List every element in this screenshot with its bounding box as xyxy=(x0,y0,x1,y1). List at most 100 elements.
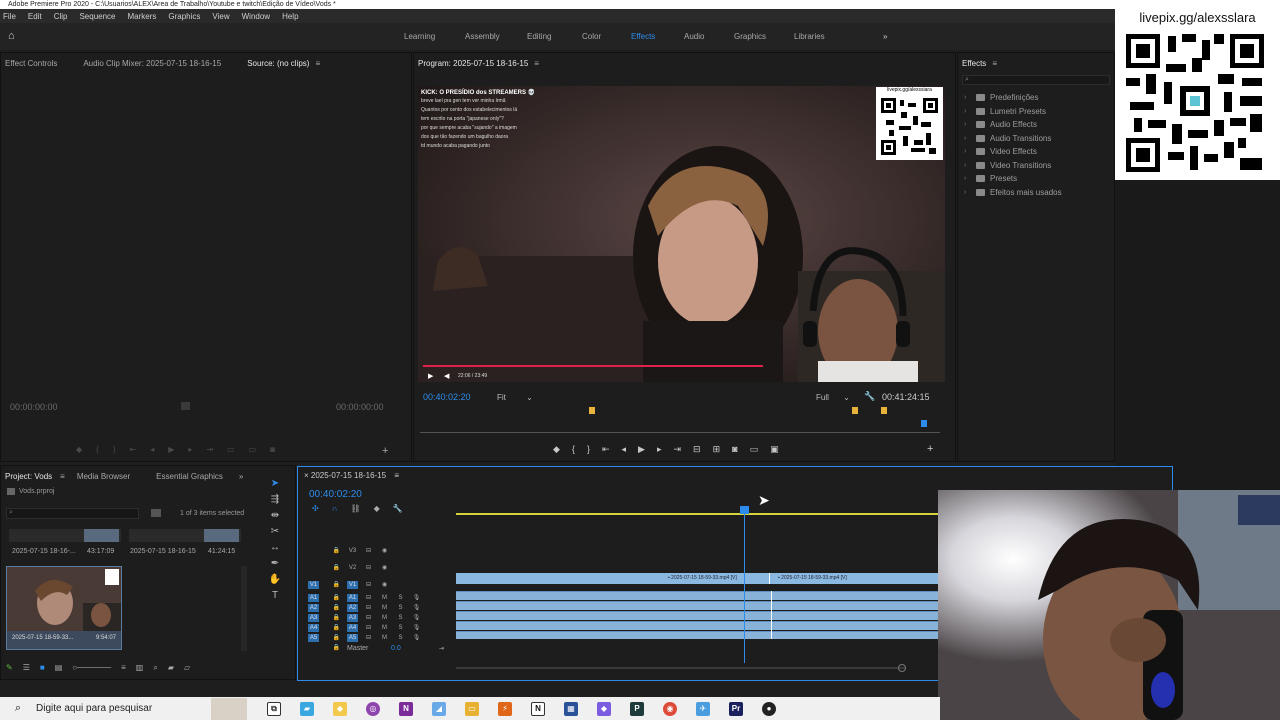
marker-icon[interactable]: ◆ xyxy=(76,445,82,454)
slip-tool-icon[interactable]: ↔ xyxy=(270,542,280,553)
source-patch-a4[interactable]: A4 xyxy=(308,624,319,632)
source-patch-a1[interactable]: A1 xyxy=(308,594,319,602)
track-label[interactable]: A3 xyxy=(347,614,358,622)
sync-icon[interactable]: ⊟ xyxy=(363,581,374,589)
lift-icon[interactable]: ⊟ xyxy=(693,444,701,455)
home-icon[interactable]: ⌂ xyxy=(8,30,20,42)
clip-thumbnail[interactable] xyxy=(129,529,241,542)
source-patch-a5[interactable]: A5 xyxy=(308,634,319,642)
solo-button[interactable]: S xyxy=(395,594,406,602)
workspace-graphics[interactable]: Graphics xyxy=(734,32,766,41)
mark-out-icon[interactable]: } xyxy=(587,444,590,455)
wrench-icon[interactable]: 🔧 xyxy=(864,391,875,402)
fx-folder[interactable]: › Video Effects xyxy=(964,145,1114,159)
fx-folder[interactable]: › Audio Effects xyxy=(964,118,1114,132)
tab-media-browser[interactable]: Media Browser xyxy=(77,472,130,481)
menu-window[interactable]: Window xyxy=(242,12,270,21)
track-label[interactable]: V1 xyxy=(347,580,358,589)
source-settings-icon[interactable] xyxy=(181,402,190,410)
fx-folder[interactable]: › Presets xyxy=(964,172,1114,186)
sync-icon[interactable]: ⊟ xyxy=(363,614,374,622)
mic-icon[interactable]: 🎙 xyxy=(411,604,422,612)
type-tool-icon[interactable]: T xyxy=(272,590,278,601)
sync-icon[interactable]: ⊟ xyxy=(363,564,374,572)
step-back-icon[interactable]: ◂ xyxy=(622,444,627,455)
step-back-icon[interactable]: ⇤ xyxy=(130,445,137,454)
find-icon[interactable]: ⌕ xyxy=(153,663,157,673)
workspace-libraries[interactable]: Libraries xyxy=(794,32,825,41)
app-icon[interactable]: ◆ xyxy=(333,701,347,716)
menu-help[interactable]: Help xyxy=(282,12,298,21)
solo-button[interactable]: S xyxy=(395,614,406,622)
source-patch-v1[interactable]: V1 xyxy=(308,580,319,589)
menu-clip[interactable]: Clip xyxy=(54,12,68,21)
export-frame-icon[interactable]: ◙ xyxy=(270,445,275,454)
panel-menu-icon[interactable]: ≡ xyxy=(315,59,320,68)
track-label[interactable]: A2 xyxy=(347,604,358,612)
app-icon[interactable]: ▰ xyxy=(300,701,314,716)
workspace-effects[interactable]: Effects xyxy=(631,32,655,41)
automate-icon[interactable]: ▥ xyxy=(136,663,144,673)
lock-icon[interactable]: 🔒 xyxy=(331,547,342,555)
icon-view-icon[interactable]: ■ xyxy=(40,663,45,673)
add-button-icon[interactable]: + xyxy=(927,443,933,455)
tab-essential-graphics[interactable]: Essential Graphics xyxy=(156,472,223,481)
timeline-scrollbar[interactable] xyxy=(456,667,906,669)
onenote-icon[interactable]: N xyxy=(399,701,413,716)
sort-icon[interactable]: ≡ xyxy=(121,663,126,673)
video-clip[interactable]: ▪ 2025-07-15 18-59-33.mp4 [V] xyxy=(769,573,938,584)
add-marker-icon[interactable]: ◆ xyxy=(553,444,560,455)
list-view-icon[interactable]: ☰ xyxy=(23,663,30,673)
fit-dropdown[interactable]: Fit ⌄ xyxy=(497,393,533,402)
mute-button[interactable]: M xyxy=(379,614,390,622)
task-view-icon[interactable]: ⧉ xyxy=(267,701,281,716)
edit-point[interactable] xyxy=(771,591,772,639)
sequence-tab[interactable]: × 2025-07-15 18-16-15 ≡ xyxy=(304,471,399,480)
mic-icon[interactable]: 🎙 xyxy=(411,634,422,642)
back-icon[interactable]: ◂ xyxy=(150,445,154,454)
fx-folder[interactable]: › Audio Transitions xyxy=(964,132,1114,146)
solo-button[interactable]: S xyxy=(395,604,406,612)
play-icon[interactable]: ▶ xyxy=(638,444,645,455)
eye-icon[interactable]: ◉ xyxy=(379,547,390,555)
source-patch-a3[interactable]: A3 xyxy=(308,614,319,622)
sequence-menu-icon[interactable]: ≡ xyxy=(394,471,399,480)
track-select-icon[interactable]: ⇶ xyxy=(271,494,279,505)
program-timecode[interactable]: 00:40:02:20 xyxy=(423,392,471,402)
add-marker-icon[interactable]: ◆ xyxy=(374,504,380,513)
new-item-icon[interactable]: ▱ xyxy=(184,663,190,673)
go-to-out-icon[interactable]: ⇥ xyxy=(673,444,681,455)
insert-icon[interactable]: ▭ xyxy=(227,445,235,454)
app-icon[interactable]: ⚡ xyxy=(498,701,512,716)
sync-icon[interactable]: ⊟ xyxy=(363,594,374,602)
project-menu-icon[interactable]: ≡ xyxy=(60,472,65,481)
menu-markers[interactable]: Markers xyxy=(128,12,157,21)
video-clip[interactable]: ▪ 2025-07-15 18-59-33.mp4 [V] xyxy=(456,573,769,584)
mute-button[interactable]: M xyxy=(379,594,390,602)
program-video-frame[interactable]: KICK: O PRESÍDIO dos STREAMERS 💀 breve l… xyxy=(418,86,945,382)
step-forward-icon[interactable]: ▸ xyxy=(657,444,662,455)
tab-effects[interactable]: Effects xyxy=(962,59,986,68)
obs-icon[interactable]: ● xyxy=(762,701,776,716)
fx-folder[interactable]: › Predefinições xyxy=(964,91,1114,105)
file-explorer-icon[interactable]: ▭ xyxy=(465,701,479,716)
playhead-handle-icon[interactable] xyxy=(740,506,749,514)
new-bin-icon[interactable]: ▰ xyxy=(168,663,174,673)
fx-folder[interactable]: › Lumetri Presets xyxy=(964,105,1114,119)
tab-project[interactable]: Project: Vods xyxy=(5,472,52,481)
more-tabs-icon[interactable]: » xyxy=(239,472,243,481)
work-area-bar[interactable] xyxy=(456,513,938,515)
player-volume-icon[interactable]: ◀ xyxy=(444,372,449,380)
tab-program[interactable]: Program: 2025-07-15 18-16-15 xyxy=(418,59,528,68)
menu-file[interactable]: File xyxy=(3,12,16,21)
menu-graphics[interactable]: Graphics xyxy=(168,12,200,21)
mic-icon[interactable]: 🎙 xyxy=(411,614,422,622)
multi-icon[interactable]: ▣ xyxy=(770,444,779,455)
eye-icon[interactable]: ◉ xyxy=(379,581,390,589)
effects-search-input[interactable]: ⌕ xyxy=(962,75,1110,85)
mute-button[interactable]: M xyxy=(379,624,390,632)
lock-icon[interactable]: 🔒 xyxy=(331,634,342,642)
source-patch-a2[interactable]: A2 xyxy=(308,604,319,612)
workspace-assembly[interactable]: Assembly xyxy=(465,32,500,41)
razor-tool-icon[interactable]: ✂ xyxy=(271,526,279,537)
